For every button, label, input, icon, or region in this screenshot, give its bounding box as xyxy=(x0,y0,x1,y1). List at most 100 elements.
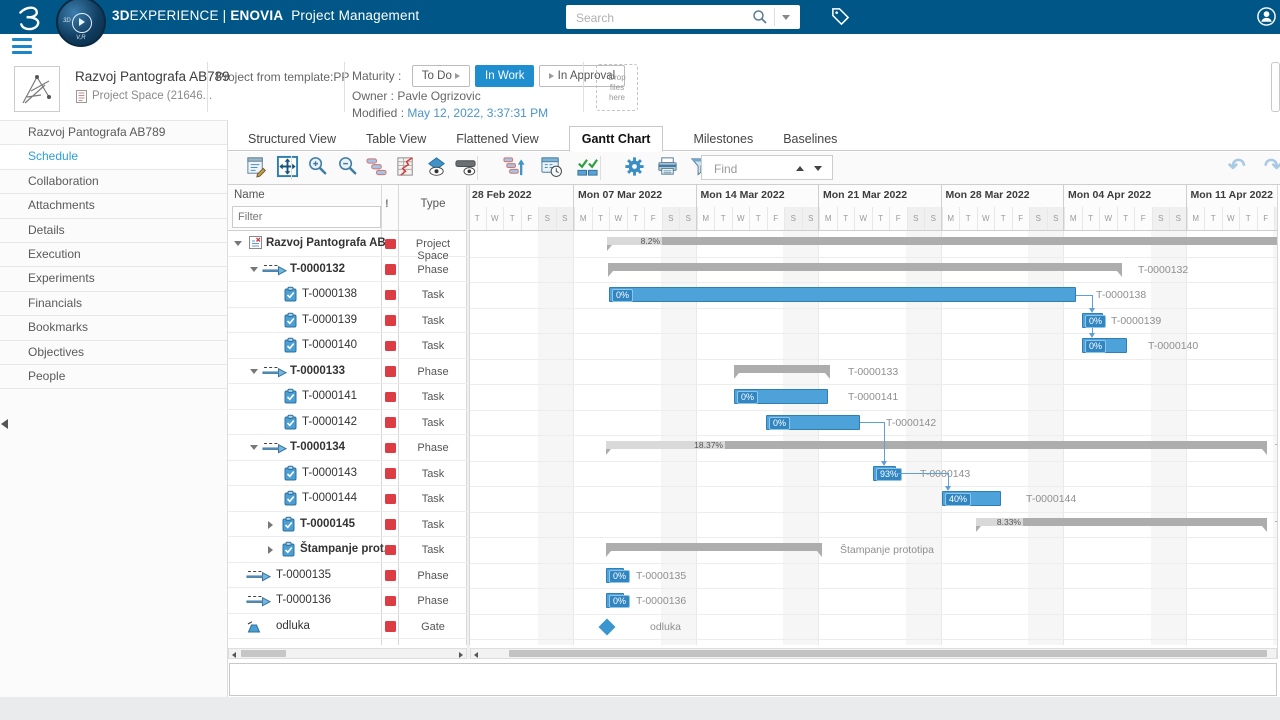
show-dependencies-icon[interactable] xyxy=(365,155,391,181)
table-row[interactable]: odlukaGate xyxy=(228,614,467,640)
maturity-state-in-work[interactable]: In Work xyxy=(475,65,534,87)
status-flag[interactable] xyxy=(385,519,396,530)
table-row[interactable]: Štampanje prot...Task xyxy=(228,537,467,563)
column-header-flag[interactable]: ! xyxy=(385,198,389,210)
tab-gantt-chart[interactable]: Gantt Chart xyxy=(569,126,664,152)
print-icon[interactable] xyxy=(656,155,682,181)
row-name[interactable]: T-0000132 xyxy=(290,263,345,275)
sidebar-item-execution[interactable]: Execution xyxy=(0,243,227,267)
user-icon[interactable] xyxy=(1256,6,1277,27)
zoom-out-icon[interactable] xyxy=(336,155,362,181)
gantt-summary-bar-t-0000134[interactable]: 18.37% xyxy=(606,441,1267,449)
find-previous-icon[interactable] xyxy=(796,166,804,171)
sidebar-item-collaboration[interactable]: Collaboration xyxy=(0,170,227,194)
table-row[interactable]: T-0000133Phase xyxy=(228,359,467,385)
search-icon[interactable] xyxy=(752,9,768,25)
expand-row-icon[interactable] xyxy=(268,521,273,529)
status-flag[interactable] xyxy=(385,264,396,275)
table-row[interactable]: T-0000134Phase xyxy=(228,435,467,461)
status-flag[interactable] xyxy=(385,545,396,556)
scroll-left-icon[interactable] xyxy=(232,652,236,658)
row-name[interactable]: T-0000144 xyxy=(302,492,357,504)
chevron-down-icon[interactable] xyxy=(782,15,790,20)
table-row[interactable]: T-0000139Task xyxy=(228,308,467,334)
status-flag[interactable] xyxy=(385,468,396,479)
scroll-left-icon[interactable] xyxy=(474,652,478,658)
status-flag[interactable] xyxy=(385,392,396,403)
status-flag[interactable] xyxy=(385,417,396,428)
scrollbar-thumb[interactable] xyxy=(509,650,1267,657)
table-row[interactable]: T-0000136Phase xyxy=(228,588,467,614)
sidebar-item-razvoj-pantografa-ab789[interactable]: Razvoj Pantografa AB789 xyxy=(0,121,227,145)
sidebar-item-schedule[interactable]: Schedule xyxy=(0,145,227,169)
table-row[interactable]: T-0000144Task xyxy=(228,486,467,512)
maturity-state-to-do[interactable]: To Do xyxy=(412,65,470,87)
edit-gantt-properties-icon[interactable] xyxy=(245,155,271,181)
sidebar-item-details[interactable]: Details xyxy=(0,219,227,243)
column-header-type[interactable]: Type xyxy=(400,198,466,210)
table-row[interactable]: T-0000145Task xyxy=(228,512,467,538)
table-row[interactable]: T-0000142Task xyxy=(228,410,467,436)
tab-table-view[interactable]: Table View xyxy=(366,127,426,152)
status-flag[interactable] xyxy=(385,621,396,632)
row-name[interactable]: T-0000134 xyxy=(290,441,345,453)
table-row[interactable]: Razvoj Pantografa AB...Project Space xyxy=(228,231,467,257)
status-flag[interactable] xyxy=(385,443,396,454)
scroll-right-icon[interactable] xyxy=(459,652,463,658)
filter-input[interactable] xyxy=(232,206,381,228)
row-name[interactable]: T-0000141 xyxy=(302,390,357,402)
validate-tasks-icon[interactable] xyxy=(576,155,602,181)
fit-to-window-icon[interactable] xyxy=(276,155,302,181)
status-flag[interactable] xyxy=(385,366,396,377)
row-name[interactable]: T-0000138 xyxy=(302,288,357,300)
row-name[interactable]: T-0000140 xyxy=(302,339,357,351)
row-name[interactable]: odluka xyxy=(276,620,310,632)
table-row[interactable]: T-0000135Phase xyxy=(228,563,467,589)
gantt-bar-t-0000143[interactable]: 93% xyxy=(873,466,896,481)
gantt-summary-bar-t-0000132[interactable] xyxy=(608,263,1122,271)
collapse-sidebar-icon[interactable] xyxy=(1,419,8,429)
table-row[interactable]: T-0000141Task xyxy=(228,384,467,410)
expand-row-icon[interactable] xyxy=(268,546,273,554)
search-input[interactable] xyxy=(574,8,728,28)
gantt-summary-bar-tampanje-prot[interactable] xyxy=(606,543,822,551)
gantt-bar-t-0000136[interactable]: 0% xyxy=(606,593,624,608)
find-input[interactable] xyxy=(712,159,801,178)
collapse-row-icon[interactable] xyxy=(234,241,242,246)
status-flag[interactable] xyxy=(385,239,396,250)
table-row[interactable]: T-0000140Task xyxy=(228,333,467,359)
status-flag[interactable] xyxy=(385,596,396,607)
row-name[interactable]: T-0000145 xyxy=(300,518,355,530)
zoom-in-icon[interactable] xyxy=(306,155,332,181)
sidebar-item-financials[interactable]: Financials xyxy=(0,292,227,316)
menu-icon[interactable] xyxy=(12,38,32,58)
row-name[interactable]: Štampanje prot... xyxy=(300,543,393,555)
tab-milestones[interactable]: Milestones xyxy=(693,127,753,152)
sidebar-item-bookmarks[interactable]: Bookmarks xyxy=(0,316,227,340)
status-flag[interactable] xyxy=(385,290,396,301)
status-flag[interactable] xyxy=(385,494,396,505)
collapse-row-icon[interactable] xyxy=(250,369,258,374)
status-flag[interactable] xyxy=(385,315,396,326)
row-name[interactable]: T-0000135 xyxy=(276,569,331,581)
status-flag[interactable] xyxy=(385,341,396,352)
gantt-bar-t-0000144[interactable]: 40% xyxy=(942,491,1001,506)
tag-icon[interactable] xyxy=(830,6,851,27)
status-flag[interactable] xyxy=(385,570,396,581)
row-name[interactable]: T-0000139 xyxy=(302,314,357,326)
redo-icon[interactable]: ↷ xyxy=(1264,156,1280,178)
gantt-summary-bar-t-0000133[interactable] xyxy=(734,365,830,373)
row-name[interactable]: Razvoj Pantografa AB... xyxy=(266,237,395,249)
table-row[interactable]: T-0000143Task xyxy=(228,461,467,487)
gantt-summary-bar-t-0000145[interactable]: 8.33% xyxy=(976,518,1267,526)
row-name[interactable]: T-0000142 xyxy=(302,416,357,428)
vertical-scrollbar-thumb[interactable] xyxy=(1271,62,1280,112)
project-thumbnail[interactable] xyxy=(14,66,60,112)
find-next-icon[interactable] xyxy=(814,166,822,171)
sidebar-item-objectives[interactable]: Objectives xyxy=(0,341,227,365)
table-row[interactable]: T-0000132Phase xyxy=(228,257,467,283)
drop-files-zone[interactable]: Drop files here xyxy=(596,64,638,111)
gantt-summary-bar-razvoj-pantografa-ab[interactable]: 8.2% xyxy=(607,237,1277,245)
sidebar-item-attachments[interactable]: Attachments xyxy=(0,194,227,218)
show-gates-icon[interactable] xyxy=(425,155,451,181)
